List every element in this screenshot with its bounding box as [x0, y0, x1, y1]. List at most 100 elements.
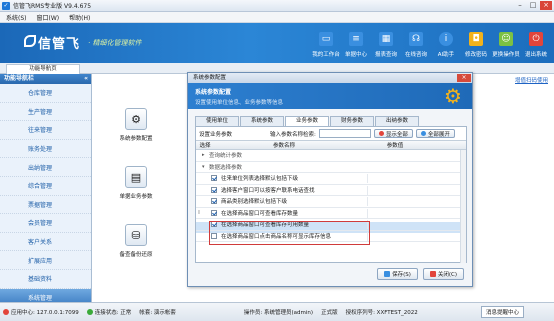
minimize-button[interactable]: – — [514, 1, 526, 10]
col-param-name: 参数名称 — [272, 143, 295, 149]
params-grid-header: 选择 参数名称 参数值 — [196, 140, 466, 150]
menu-bar: 系统(S) 窗口(W) 帮助(H) — [0, 12, 554, 23]
window-controls: – □ × — [514, 1, 552, 10]
table-icon: ▦ — [379, 32, 393, 46]
document-settings-icon: ▤ — [125, 166, 147, 188]
dialog-title-bar: 系统参数配置 × — [188, 73, 472, 83]
tab-system-params[interactable]: 系统参数 — [240, 116, 284, 126]
tab-home[interactable]: 功能导航页 — [6, 64, 80, 74]
connected-icon — [86, 309, 93, 315]
param-value-cell[interactable] — [367, 174, 449, 183]
sidebar-item-invoices[interactable]: 票据管理 — [0, 196, 91, 215]
app-icon: ✓ — [2, 1, 10, 10]
param-search-input[interactable] — [318, 129, 371, 138]
menu-help[interactable]: 帮助(H) — [69, 13, 90, 22]
title-bar: ✓ 信管飞RMS专业版 V9.4.675 – □ × — [0, 0, 554, 12]
params-panel: 设置业务参数 输入参数名称检索: 显示全部 全部展开 选择 参数名称 参数值 ▸… — [195, 126, 467, 263]
param-value-cell[interactable] — [367, 185, 449, 195]
close-button[interactable]: × — [540, 1, 552, 10]
lock-icon: ◘ — [469, 32, 483, 46]
sidebar-item-crm[interactable]: 客户关系 — [0, 233, 91, 252]
param-checkbox[interactable] — [211, 209, 217, 216]
monitor-icon: ▭ — [319, 32, 333, 46]
param-value-cell[interactable] — [367, 231, 449, 241]
tool-documents[interactable]: ≡ 单据中心 — [342, 26, 370, 60]
sidebar-item-basic-data[interactable]: 基础资料 — [0, 270, 91, 289]
system-params-dialog: 系统参数配置 × 系统参数配置 设置使用单位信息、业务参数等信息 ⚙ 使用单位 … — [187, 72, 473, 287]
nav-sidebar: 功能导航栏 « 仓库管理 生产管理 往来管理 账务处理 出纳管理 综合管理 票据… — [0, 74, 92, 308]
show-all-button[interactable]: 显示全部 — [373, 129, 413, 138]
gear-icon: ⚙ — [444, 84, 462, 108]
close-icon — [429, 271, 436, 277]
module-system-params[interactable]: ⚙ 系统参数配置 — [111, 108, 161, 142]
message-center-button[interactable]: 消息提醒中心 — [480, 306, 524, 318]
sidebar-item-cashier[interactable]: 出纳管理 — [0, 158, 91, 177]
tool-ai-assistant[interactable]: i AI助手 — [432, 26, 460, 60]
param-row[interactable]: 选择客户窗口可以按客户联系电话查找 — [196, 185, 466, 196]
group-row-data-select[interactable]: ▾ 数据选择参数 — [196, 162, 466, 173]
menu-system[interactable]: 系统(S) — [6, 13, 27, 22]
tool-exit[interactable]: ⏻ 退出系统 — [522, 26, 550, 60]
sidebar-item-extensions[interactable]: 扩展应用 — [0, 251, 91, 270]
tool-workbench[interactable]: ▭ 我的工作台 — [312, 26, 340, 60]
dialog-tabs: 使用单位 系统参数 业务参数 财务参数 出纳参数 — [195, 116, 420, 126]
scan-code-link[interactable]: 增值扫码使用 — [515, 76, 548, 84]
sidebar-header: 功能导航栏 « — [0, 74, 91, 84]
app-logo: 信管飞 — [38, 37, 81, 52]
tab-finance-params[interactable]: 财务参数 — [330, 116, 374, 126]
module-backup-restore[interactable]: ⛁ 备查备份还原 — [111, 224, 161, 258]
logo-mark-icon — [24, 35, 36, 47]
menu-window[interactable]: 窗口(W) — [37, 13, 60, 22]
headset-icon: ☊ — [409, 32, 423, 46]
tool-reports[interactable]: ▦ 报表查询 — [372, 26, 400, 60]
status-server: 应用中心: 127.0.0.1:7099 — [3, 308, 79, 316]
tab-cashier-params[interactable]: 出纳参数 — [375, 116, 419, 126]
tab-company-info[interactable]: 使用单位 — [195, 116, 239, 126]
database-icon: ⛁ — [125, 224, 147, 246]
dialog-header: 系统参数配置 设置使用单位信息、业务参数等信息 ⚙ — [188, 83, 472, 109]
tool-online-help[interactable]: ☊ 在线咨询 — [402, 26, 430, 60]
users-icon: ☺ — [499, 32, 513, 46]
param-row[interactable]: I 在选择商品窗口可查看库存数量 — [196, 208, 466, 219]
tab-business-params[interactable]: 业务参数 — [285, 116, 329, 126]
param-checkbox[interactable] — [211, 175, 217, 182]
param-value-cell[interactable] — [367, 208, 449, 218]
param-row[interactable]: 往来单位列表选择默认包括下级 — [196, 173, 466, 185]
dialog-close-button[interactable]: 关闭(C) — [422, 268, 464, 280]
search-label: 输入参数名称检索: — [270, 131, 316, 138]
dialog-close-icon[interactable]: × — [457, 74, 471, 82]
param-row[interactable]: 商品类别选择默认包括下级 — [196, 196, 466, 208]
row-indicator: I — [198, 209, 200, 216]
param-checkbox[interactable] — [211, 198, 217, 205]
collapse-icon[interactable]: ▾ — [202, 164, 209, 170]
sidebar-item-production[interactable]: 生产管理 — [0, 103, 91, 122]
col-select: 选择 — [199, 143, 211, 149]
settings-panel-icon: ⚙ — [125, 108, 147, 130]
collapse-icon[interactable]: « — [84, 74, 88, 84]
save-button[interactable]: 保存(S) — [377, 268, 418, 280]
tool-change-password[interactable]: ◘ 修改密码 — [462, 26, 490, 60]
tool-switch-operator[interactable]: ☺ 更换操作员 — [492, 26, 520, 60]
vertical-scrollbar[interactable] — [460, 150, 466, 263]
param-checkbox[interactable] — [211, 186, 217, 193]
expand-icon[interactable]: ▸ — [202, 152, 209, 158]
document-icon: ≡ — [349, 32, 363, 46]
maximize-button[interactable]: □ — [527, 1, 539, 10]
sidebar-item-accounts[interactable]: 往来管理 — [0, 121, 91, 140]
param-value-cell[interactable] — [367, 197, 449, 206]
server-icon — [3, 309, 9, 315]
sidebar-item-general[interactable]: 综合管理 — [0, 177, 91, 196]
module-document-params[interactable]: ▤ 单据业务参数 — [111, 166, 161, 200]
col-param-value: 参数值 — [386, 143, 404, 149]
sidebar-item-members[interactable]: 会员管理 — [0, 214, 91, 233]
sidebar-item-bookkeeping[interactable]: 账务处理 — [0, 140, 91, 159]
group-row-query[interactable]: ▸ 查询统计参数 — [196, 150, 466, 162]
expand-all-button[interactable]: 全部展开 — [415, 129, 455, 138]
dialog-header-subtitle: 设置使用单位信息、业务参数等信息 — [195, 100, 284, 106]
param-value-cell[interactable] — [367, 220, 449, 229]
app-banner: 信管飞 · 精细化管理软件 ▭ 我的工作台 ≡ 单据中心 ▦ 报表查询 ☊ 在线… — [0, 23, 554, 63]
status-operator: 操作员: 系统管理员(admin) — [243, 310, 314, 316]
sidebar-item-warehouse[interactable]: 仓库管理 — [0, 84, 91, 103]
app-slogan: · 精细化管理软件 — [88, 39, 142, 47]
annotation-highlight-box — [209, 221, 370, 245]
